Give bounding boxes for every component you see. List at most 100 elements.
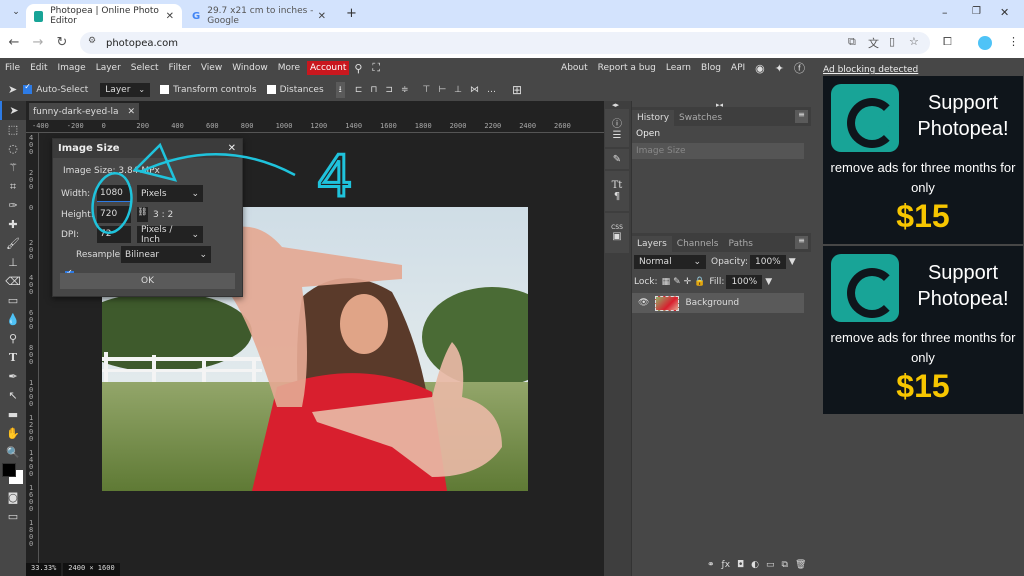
link-learn[interactable]: Learn: [661, 63, 696, 73]
menu-layer[interactable]: Layer: [91, 63, 126, 73]
resample-method-select[interactable]: Bilinear ⌄: [121, 246, 211, 263]
move-tool-icon[interactable]: ➤: [0, 101, 26, 120]
hand-tool-icon[interactable]: ✋: [0, 424, 26, 443]
browser-tab-photopea[interactable]: Photopea | Online Photo Editor ✕: [26, 4, 182, 28]
align-center-icon[interactable]: ⊓: [370, 85, 377, 95]
shape-tool-icon[interactable]: ▬: [0, 405, 26, 424]
close-tab-icon[interactable]: ✕: [166, 11, 174, 22]
menu-more[interactable]: More: [273, 63, 305, 73]
align-top-icon[interactable]: ⊤: [422, 85, 430, 95]
tab-layers[interactable]: Layers: [632, 236, 672, 252]
eraser-tool-icon[interactable]: ⌫: [0, 272, 26, 291]
browser-menu-icon[interactable]: ⋮: [1008, 35, 1019, 48]
link-layers-icon[interactable]: ⚭: [707, 560, 715, 570]
adjustment-layer-icon[interactable]: ◐: [751, 560, 759, 570]
bookmark-star-icon[interactable]: ☆: [909, 35, 919, 48]
layer-row[interactable]: 👁 Background: [632, 293, 804, 313]
link-about[interactable]: About: [556, 63, 593, 73]
zoom-level[interactable]: 33.33%: [26, 563, 62, 576]
extensions-icon[interactable]: ⧠: [943, 35, 952, 49]
type-tool-icon[interactable]: T: [0, 348, 26, 367]
align-left-icon[interactable]: ⊏: [355, 85, 363, 95]
foreground-color-swatch[interactable]: [2, 463, 16, 477]
translate-icon[interactable]: 文: [868, 35, 879, 51]
back-icon[interactable]: ←: [6, 35, 22, 50]
lock-pixels-icon[interactable]: ✎: [673, 277, 681, 287]
panel-menu-icon[interactable]: ≡: [795, 110, 808, 123]
support-ad-banner[interactable]: Support Photopea! remove ads for three m…: [823, 246, 1023, 414]
tab-paths[interactable]: Paths: [723, 236, 757, 252]
lock-position-icon[interactable]: ✛: [684, 277, 692, 287]
reload-icon[interactable]: ↻: [54, 35, 70, 50]
distribute-icon[interactable]: ≑: [401, 85, 409, 95]
history-item[interactable]: Open: [632, 126, 812, 143]
layer-select[interactable]: Layer ⌄: [100, 82, 151, 97]
site-info-icon[interactable]: ⚙: [88, 36, 96, 46]
link-proportions-icon[interactable]: ⛓: [137, 207, 148, 222]
more-options-icon[interactable]: …: [487, 85, 496, 95]
account-button[interactable]: Account: [307, 61, 350, 75]
distances-checkbox[interactable]: [266, 85, 276, 94]
menu-view[interactable]: View: [196, 63, 227, 73]
new-layer-icon[interactable]: ⧉: [782, 560, 788, 570]
align-bottom-icon[interactable]: ⊥: [454, 85, 462, 95]
tab-search-icon[interactable]: ⌄: [8, 7, 24, 23]
align-right-icon[interactable]: ⊐: [385, 85, 393, 95]
width-input[interactable]: 1080: [97, 185, 131, 202]
pen-tool-icon[interactable]: ✒: [0, 367, 26, 386]
delete-layer-icon[interactable]: 🗑: [795, 560, 806, 570]
fill-input[interactable]: 100%: [726, 275, 763, 289]
transform-controls-checkbox[interactable]: [160, 85, 170, 94]
crop-tool-icon[interactable]: ⌗: [0, 177, 26, 196]
fill-dropdown-icon[interactable]: ▼: [765, 277, 772, 287]
ok-button[interactable]: OK: [60, 273, 235, 289]
grid-icon[interactable]: ⊞: [512, 83, 522, 97]
properties-icon[interactable]: ☰: [613, 130, 622, 141]
close-tab-icon[interactable]: ✕: [318, 11, 326, 22]
stamp-tool-icon[interactable]: ⊥: [0, 253, 26, 272]
menu-filter[interactable]: Filter: [164, 63, 196, 73]
paragraph-icon[interactable]: ¶: [614, 191, 620, 202]
install-app-icon[interactable]: ⧉: [848, 35, 856, 49]
layer-mask-icon[interactable]: ◘: [737, 560, 744, 570]
document-tab[interactable]: funny-dark-eyed-la ✕: [29, 103, 139, 120]
link-report-bug[interactable]: Report a bug: [593, 63, 661, 73]
url-input[interactable]: ⚙ photopea.com: [80, 32, 930, 54]
restore-icon[interactable]: ❐: [972, 6, 981, 17]
healing-tool-icon[interactable]: ✚: [0, 215, 26, 234]
tab-channels[interactable]: Channels: [672, 236, 724, 252]
path-select-tool-icon[interactable]: ↖: [0, 386, 26, 405]
opacity-input[interactable]: 100%: [750, 255, 786, 269]
menu-edit[interactable]: Edit: [25, 63, 52, 73]
dpi-unit-select[interactable]: Pixels / Inch ⌄: [137, 225, 203, 245]
browser-tab-google[interactable]: G 29.7 x21 cm to inches - Google ✕: [184, 4, 334, 28]
menu-window[interactable]: Window: [227, 63, 273, 73]
forward-icon[interactable]: →: [30, 35, 46, 50]
eye-visibility-icon[interactable]: 👁: [638, 298, 649, 308]
facebook-icon[interactable]: ⓕ: [789, 60, 810, 76]
opacity-dropdown-icon[interactable]: ▼: [789, 257, 796, 267]
gradient-tool-icon[interactable]: ▭: [0, 291, 26, 310]
download-icon[interactable]: ⭳: [335, 81, 345, 98]
minimize-icon[interactable]: –: [942, 6, 948, 19]
new-tab-icon[interactable]: +: [346, 6, 357, 21]
support-ad-banner[interactable]: Support Photopea! remove ads for three m…: [823, 76, 1023, 244]
history-item[interactable]: Image Size: [632, 143, 804, 159]
link-api[interactable]: API: [726, 63, 750, 73]
width-unit-select[interactable]: Pixels ⌄: [137, 185, 203, 202]
panel-menu-icon[interactable]: ≡: [795, 236, 808, 249]
dpi-input[interactable]: 72: [97, 226, 131, 243]
tab-swatches[interactable]: Swatches: [674, 110, 727, 126]
link-blog[interactable]: Blog: [696, 63, 726, 73]
reddit-icon[interactable]: ◉: [750, 62, 770, 75]
distribute-h-icon[interactable]: ⋈: [470, 85, 479, 95]
page-icon[interactable]: ▯: [889, 35, 895, 48]
close-window-icon[interactable]: ✕: [1000, 6, 1009, 19]
menu-file[interactable]: File: [0, 63, 25, 73]
layer-effects-icon[interactable]: ƒx: [722, 560, 731, 570]
align-middle-icon[interactable]: ⊢: [438, 85, 446, 95]
lock-transparency-icon[interactable]: ▦: [662, 277, 671, 287]
menu-image[interactable]: Image: [53, 63, 91, 73]
image-icon[interactable]: ▣: [612, 231, 621, 242]
height-input[interactable]: 720: [97, 206, 131, 223]
